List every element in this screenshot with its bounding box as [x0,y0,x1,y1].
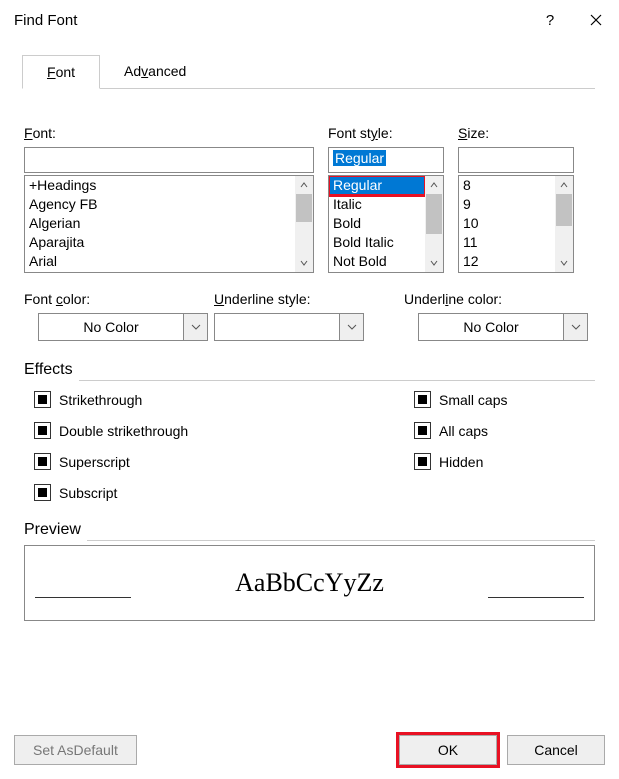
preview-underline-right [488,597,584,598]
font-listbox[interactable]: +Headings Agency FB Algerian Aparajita A… [24,175,314,273]
underlinestyle-dropdown[interactable] [214,313,364,341]
scrollbar[interactable] [555,176,573,272]
font-label: Font: [24,125,314,141]
checkbox-icon [34,422,51,439]
dialog-content: Font: +Headings Agency FB Algerian Apara… [0,89,619,621]
list-item[interactable]: Agency FB [25,195,295,214]
list-item[interactable]: Bold [329,214,425,233]
checkbox-icon [414,391,431,408]
check-strikethrough[interactable]: Strikethrough [34,391,414,408]
list-item[interactable]: Algerian [25,214,295,233]
dropdown-button[interactable] [340,313,364,341]
set-as-default-button[interactable]: Set As Default [14,735,137,765]
scroll-up-button[interactable] [555,176,573,194]
list-item[interactable]: 11 [459,233,555,252]
underlinestyle-value [214,313,340,341]
check-double-strikethrough[interactable]: Double strikethrough [34,422,414,439]
scroll-thumb[interactable] [556,194,572,226]
fontcolor-value: No Color [38,313,184,341]
tab-strip: Font Advanced [22,54,595,89]
list-item[interactable]: 9 [459,195,555,214]
effects-heading: Effects [24,361,595,379]
chevron-down-icon [191,324,201,330]
checkbox-icon [414,422,431,439]
chevron-up-icon [430,181,438,189]
underlinecolor-label: Underline color: [404,291,594,307]
fontcolor-label: Font color: [24,291,204,307]
titlebar: Find Font ? [0,0,619,40]
check-subscript[interactable]: Subscript [34,484,414,501]
find-font-dialog: Find Font ? Font Advanced Font: +Heading… [0,0,619,779]
underlinestyle-label: Underline style: [214,291,384,307]
checkbox-icon [34,391,51,408]
dropdown-button[interactable] [564,313,588,341]
check-small-caps[interactable]: Small caps [414,391,507,408]
checkbox-icon [34,453,51,470]
check-all-caps[interactable]: All caps [414,422,507,439]
list-item[interactable]: 12 [459,252,555,271]
cancel-button[interactable]: Cancel [507,735,605,765]
dialog-footer: Set As Default OK Cancel [0,721,619,779]
preview-sample-text: AaBbCcYyZz [25,568,594,598]
chevron-down-icon [347,324,357,330]
chevron-down-icon [560,259,568,267]
ok-button[interactable]: OK [399,735,497,765]
chevron-up-icon [560,181,568,189]
fontstyle-label: Font style: [328,125,444,141]
checkbox-icon [414,453,431,470]
dropdown-button[interactable] [184,313,208,341]
list-item[interactable]: Italic [329,195,425,214]
scroll-down-button[interactable] [295,254,313,272]
size-label: Size: [458,125,574,141]
list-item[interactable]: Not Bold [329,252,425,271]
check-hidden[interactable]: Hidden [414,453,507,470]
scroll-down-button[interactable] [425,254,443,272]
chevron-up-icon [300,181,308,189]
size-listbox[interactable]: 8 9 10 11 12 [458,175,574,273]
font-input[interactable] [24,147,314,173]
chevron-down-icon [571,324,581,330]
close-icon [590,14,602,26]
fontcolor-dropdown[interactable]: No Color [38,313,208,341]
chevron-down-icon [430,259,438,267]
close-button[interactable] [573,0,619,40]
list-item[interactable]: Bold Italic [329,233,425,252]
scrollbar[interactable] [295,176,313,272]
checkbox-icon [34,484,51,501]
scroll-thumb[interactable] [296,194,312,222]
scroll-up-button[interactable] [295,176,313,194]
scrollbar[interactable] [425,176,443,272]
scroll-up-button[interactable] [425,176,443,194]
fontstyle-listbox[interactable]: Regular Italic Bold Bold Italic Not Bold [328,175,444,273]
underlinecolor-dropdown[interactable]: No Color [418,313,588,341]
check-superscript[interactable]: Superscript [34,453,414,470]
dialog-title: Find Font [14,12,527,29]
fontstyle-input[interactable]: Regular [328,147,444,173]
list-item[interactable]: 10 [459,214,555,233]
preview-box: AaBbCcYyZz [24,545,595,621]
list-item[interactable]: Regular [329,176,425,195]
tab-advanced[interactable]: Advanced [100,55,210,89]
preview-underline-left [35,597,131,598]
tab-font[interactable]: Font [22,55,100,89]
list-item[interactable]: +Headings [25,176,295,195]
list-item[interactable]: 8 [459,176,555,195]
chevron-down-icon [300,259,308,267]
underlinecolor-value: No Color [418,313,564,341]
effects-group: Strikethrough Double strikethrough Super… [24,391,595,501]
scroll-thumb[interactable] [426,194,442,234]
size-input[interactable] [458,147,574,173]
list-item[interactable]: Aparajita [25,233,295,252]
scroll-down-button[interactable] [555,254,573,272]
list-item[interactable]: Arial [25,252,295,271]
preview-heading: Preview [24,521,595,539]
help-button[interactable]: ? [527,0,573,40]
